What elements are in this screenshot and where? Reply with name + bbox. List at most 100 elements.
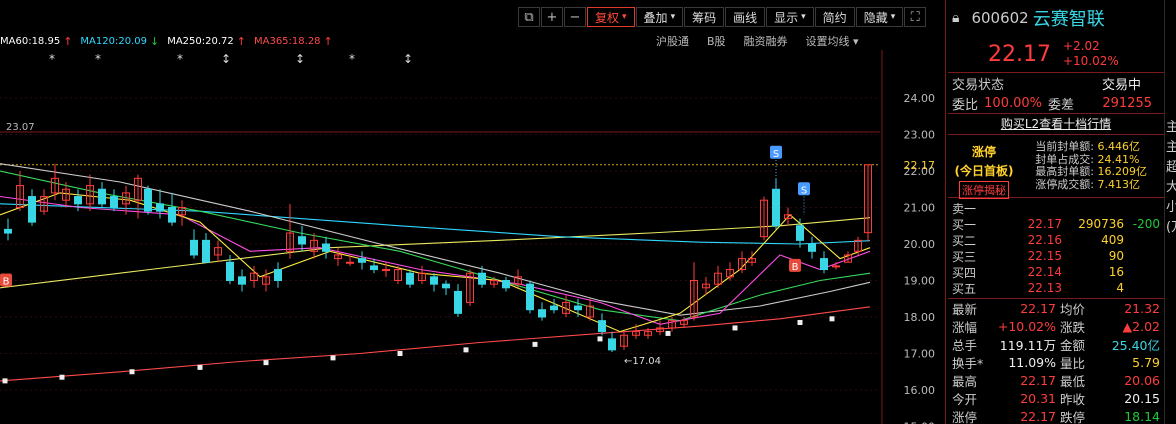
ma-legend: MA60:18.95 ↑ MA120:20.09 ↓ MA250:20.72 ↑ MA… [0, 34, 341, 48]
hide-button[interactable]: 隐藏 ▾ [855, 7, 904, 27]
seal-value: 24.41% [1097, 152, 1140, 166]
stat-key: 涨跌 [1060, 319, 1086, 335]
candle-body [382, 269, 390, 272]
order-book-row: 买三 22.15 90 [948, 248, 1164, 264]
side-tab-label: 主 [1166, 120, 1176, 135]
restore-right-button[interactable]: 复权 ▾ [587, 7, 635, 27]
candle-body [4, 228, 12, 234]
overlay-button[interactable]: 叠加 ▾ [635, 7, 684, 27]
bid-diff-value: 291255 [1102, 95, 1152, 111]
order-book-row: 买四 22.14 16 [948, 264, 1164, 280]
price-axis-label: 24.00 [904, 92, 936, 105]
candle-body [226, 261, 234, 281]
hide-label: 隐藏 [863, 10, 888, 25]
sh-connect-link[interactable]: 沪股通 [656, 33, 689, 49]
side-tab-label: 大 [1166, 180, 1176, 195]
stat-row: 换手* 11.09% 量比 5.79 [948, 353, 1164, 371]
book-volume: 409 [1101, 233, 1124, 247]
ma-dot [797, 319, 803, 325]
seal-key: 当前封单额: [1035, 140, 1094, 153]
kline-chart[interactable]: 24.0023.0022.0021.0020.0019.0018.0017.00… [0, 50, 945, 424]
stat-value: 20.31 [1020, 390, 1056, 406]
stat-value: 11.09% [1008, 354, 1056, 370]
book-label: 买四 [952, 265, 977, 280]
candle-body [190, 239, 198, 256]
lock-icon[interactable]: 🔒︎ [952, 10, 959, 26]
ma20-line [0, 195, 871, 325]
candle-body [574, 305, 582, 311]
candle-body [406, 272, 414, 285]
stat-row: 最高 22.17 最低 20.06 [948, 371, 1164, 389]
b-share-link[interactable]: B股 [707, 33, 726, 49]
ma10-line [0, 192, 871, 333]
limit-up-reveal-button[interactable]: 涨停揭秘 [959, 181, 1009, 199]
price-axis-label: 21.00 [904, 202, 936, 215]
restore-right-label: 复权 [595, 10, 620, 25]
candle-body [346, 261, 354, 264]
ma365-label: MA365:18.28 [253, 35, 321, 47]
bid-ratio-value: 100.00% [984, 95, 1042, 111]
price-change: +2.02 [1062, 39, 1100, 53]
event-marker-icon: * [177, 52, 183, 66]
chips-button[interactable]: 筹码 [684, 7, 725, 27]
stat-key: 换手* [952, 355, 984, 371]
last-price: 22.17 [988, 41, 1051, 67]
margin-trading-link[interactable]: 融资融券 [744, 33, 788, 49]
stat-value: 25.40亿 [1111, 337, 1160, 353]
display-button[interactable]: 显示 ▾ [766, 7, 814, 27]
order-book: 卖一 买一 22.17 290736 -200 买二 22.16 409 买三 22.15 9… [948, 198, 1164, 296]
book-label: 卖一 [952, 201, 977, 216]
book-label: 买一 [952, 217, 977, 232]
draw-line-label: 画线 [733, 10, 758, 25]
side-tab-strip[interactable]: 主 主 超 大 小 (万 [1164, 0, 1176, 424]
price-axis-label: 17.00 [904, 348, 936, 361]
price-change-pct: +10.02% [1062, 54, 1119, 68]
candle-body [478, 272, 486, 285]
limit-up-box: 涨停 (今日首板) 涨停揭秘 当前封单额: 6.446亿 封单占成交: 24.4… [948, 135, 1164, 199]
stat-key: 均价 [1060, 301, 1086, 317]
ma60-line [0, 163, 871, 316]
stat-value: 20.06 [1124, 372, 1160, 388]
display-label: 显示 [774, 10, 799, 25]
ma-dot [129, 369, 135, 375]
book-label: 买二 [952, 233, 977, 248]
zoom-out-icon[interactable]: − [564, 7, 586, 27]
simple-button[interactable]: 简约 [814, 7, 855, 27]
bid-ratio-label: 委比 [952, 97, 979, 113]
stat-row: 涨幅 +10.02% 涨跌 ▲2.02 [948, 317, 1164, 335]
order-book-row: 买一 22.17 290736 -200 [948, 216, 1164, 232]
ma-settings-link[interactable]: 设置均线 ▾ [806, 33, 859, 49]
fullscreen-icon[interactable]: ⛶ [904, 7, 927, 27]
limit-up-subtitle: (今日首板) [954, 164, 1014, 178]
zoom-in-icon[interactable]: + [541, 7, 563, 27]
stat-key: 金额 [1060, 337, 1086, 353]
ma120-line [0, 203, 871, 245]
stat-value: 20.15 [1124, 390, 1160, 406]
arrow-down-icon: ↓ [149, 34, 160, 48]
draw-line-button[interactable]: 画线 [725, 7, 766, 27]
overlay-label: 叠加 [643, 10, 668, 25]
stat-value: 22.17 [1020, 300, 1056, 316]
candle-body [358, 258, 366, 263]
chevron-down-icon: ▾ [890, 12, 896, 22]
price-axis-label: 16.00 [904, 384, 936, 397]
stat-row: 今开 20.31 昨收 20.15 [948, 389, 1164, 407]
side-tab-label: 超 [1166, 160, 1176, 175]
stat-key: 涨停 [952, 409, 978, 424]
candle-body [608, 338, 616, 351]
price-axis-label: 18.00 [904, 311, 936, 324]
ma250-label: MA250:20.72 [167, 35, 234, 47]
order-book-row: 卖一 [948, 200, 1164, 216]
candle-body [442, 283, 450, 289]
price-axis-label: 20.00 [904, 238, 936, 251]
arrow-up-icon: ↑ [323, 34, 333, 48]
ma60-label: MA60:18.95 [0, 35, 61, 47]
ma-dot [263, 360, 269, 366]
l2-purchase-link[interactable]: 购买L2查看十档行情 [948, 114, 1164, 134]
candle-body [238, 276, 246, 285]
candle-body [202, 239, 210, 263]
stat-key: 跌停 [1060, 409, 1086, 424]
copy-icon[interactable]: ⧉ [518, 7, 540, 27]
low-price-label: ←17.04 [624, 356, 661, 367]
buy-marker-text: B [3, 277, 10, 288]
